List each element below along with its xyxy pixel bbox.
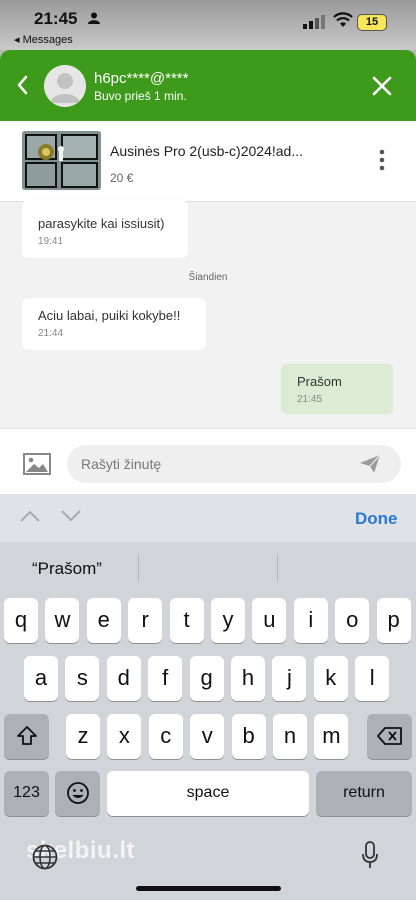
- more-vertical-icon[interactable]: [378, 149, 386, 171]
- status-bar: 21:45 ◂ Messages 15: [0, 0, 416, 50]
- wifi-icon: [333, 12, 353, 27]
- globe-icon[interactable]: [32, 844, 58, 870]
- shift-key[interactable]: [4, 714, 49, 759]
- message-bubble-incoming: parasykite kai issiusit) 19:41: [22, 200, 188, 258]
- backspace-key[interactable]: [367, 714, 412, 759]
- key-e[interactable]: e: [86, 598, 121, 643]
- suggestion-divider: [277, 554, 278, 582]
- key-a[interactable]: a: [24, 656, 58, 701]
- key-y[interactable]: y: [211, 598, 245, 643]
- avatar[interactable]: [44, 65, 86, 107]
- key-x[interactable]: x: [107, 714, 142, 759]
- message-composer: Rašyti žinutę: [0, 428, 416, 494]
- key-s[interactable]: s: [65, 656, 100, 701]
- key-h[interactable]: h: [231, 656, 265, 701]
- key-d[interactable]: d: [106, 656, 141, 701]
- suggestion-item[interactable]: “Prašom”: [32, 559, 102, 579]
- key-g[interactable]: g: [189, 656, 224, 701]
- message-input-placeholder: Rašyti žinutę: [81, 456, 162, 472]
- key-u[interactable]: u: [252, 598, 287, 643]
- close-icon[interactable]: [371, 75, 393, 97]
- numbers-key[interactable]: 123: [4, 771, 49, 816]
- suggestion-bar: “Prašom”: [0, 542, 416, 594]
- signal-icon: [303, 15, 325, 29]
- default-avatar-icon: [44, 65, 86, 107]
- shift-icon: [16, 726, 37, 745]
- key-v[interactable]: v: [190, 714, 225, 759]
- message-text: parasykite kai issiusit): [38, 216, 165, 231]
- battery-icon: 15: [357, 14, 387, 31]
- chevron-down-icon[interactable]: [61, 510, 81, 522]
- chat-header: h6pc****@**** Buvo prieš 1 min.: [0, 50, 416, 121]
- emoji-key[interactable]: [55, 771, 100, 816]
- key-j[interactable]: j: [272, 656, 307, 701]
- last-seen-status: Buvo prieš 1 min.: [94, 89, 187, 103]
- key-z[interactable]: z: [66, 714, 100, 759]
- day-separator: Šiandien: [188, 272, 228, 283]
- return-key[interactable]: return: [316, 771, 412, 816]
- key-q[interactable]: q: [4, 598, 38, 643]
- send-icon[interactable]: [359, 454, 381, 474]
- key-t[interactable]: t: [169, 598, 204, 643]
- emoji-icon: [66, 782, 89, 804]
- key-w[interactable]: w: [45, 598, 80, 643]
- message-input[interactable]: Rašyti žinutę: [67, 445, 401, 483]
- message-text: Prašom: [297, 374, 342, 389]
- back-arrow-icon[interactable]: [14, 74, 32, 96]
- chevron-up-icon[interactable]: [20, 510, 40, 522]
- back-to-messages-link[interactable]: ◂ Messages: [14, 33, 73, 46]
- key-p[interactable]: p: [376, 598, 411, 643]
- image-icon[interactable]: [23, 453, 51, 475]
- listing-summary[interactable]: Ausinės Pro 2(usb-c)2024!ad... 20 €: [0, 121, 416, 202]
- key-k[interactable]: k: [313, 656, 348, 701]
- keyboard-accessory-bar: Done: [0, 494, 416, 542]
- person-icon: [88, 12, 100, 24]
- microphone-icon[interactable]: [362, 841, 378, 869]
- message-time: 19:41: [38, 236, 64, 247]
- keyboard: “Prašom” qwertyuiopasdfghjklzxcvbnm 123 …: [0, 542, 416, 900]
- key-c[interactable]: c: [148, 714, 183, 759]
- message-time: 21:45: [297, 394, 323, 405]
- key-b[interactable]: b: [231, 714, 266, 759]
- listing-price: 20 €: [110, 171, 134, 185]
- message-bubble-outgoing: Prašom 21:45: [281, 364, 393, 414]
- key-m[interactable]: m: [314, 714, 349, 759]
- suggestion-divider: [138, 554, 139, 582]
- key-r[interactable]: r: [128, 598, 163, 643]
- listing-title[interactable]: Ausinės Pro 2(usb-c)2024!ad...: [110, 143, 303, 159]
- key-l[interactable]: l: [355, 656, 390, 701]
- backspace-icon: [376, 727, 402, 745]
- listing-thumbnail[interactable]: [22, 131, 101, 190]
- space-key[interactable]: space: [107, 771, 309, 816]
- home-indicator: [136, 886, 281, 891]
- key-o[interactable]: o: [335, 598, 370, 643]
- contact-name[interactable]: h6pc****@****: [94, 70, 188, 87]
- message-bubble-incoming: Aciu labai, puiki kokybe!! 21:44: [22, 298, 206, 350]
- key-f[interactable]: f: [148, 656, 183, 701]
- listing-photo: [22, 131, 101, 190]
- message-text: Aciu labai, puiki kokybe!!: [38, 308, 181, 323]
- battery-level: 15: [365, 16, 379, 28]
- done-button[interactable]: Done: [355, 509, 398, 529]
- key-i[interactable]: i: [293, 598, 328, 643]
- key-n[interactable]: n: [273, 714, 307, 759]
- message-time: 21:44: [38, 328, 64, 339]
- chat-panel: h6pc****@**** Buvo prieš 1 min. Ausinės …: [0, 50, 416, 494]
- status-time: 21:45: [34, 9, 78, 28]
